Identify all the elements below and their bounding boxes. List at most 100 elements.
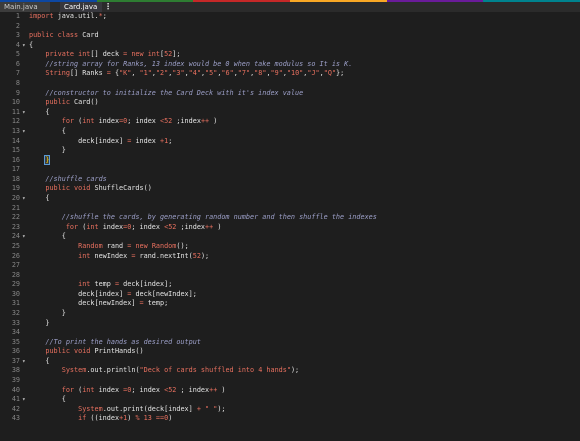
line-number: 8	[15, 79, 20, 88]
line-number: 24	[11, 232, 20, 241]
code-line[interactable]: 42 System.out.print(deck[index] + " ");	[0, 405, 580, 415]
code-line[interactable]: 34	[0, 328, 580, 338]
line-number: 33	[11, 318, 20, 327]
line-number: 25	[11, 241, 20, 250]
code-line[interactable]: 1 import java.util.*;	[0, 12, 580, 22]
line-number: 18	[11, 174, 20, 183]
code-line[interactable]: 43 if ((index+1) % 13 ==0)	[0, 414, 580, 424]
line-number: 4	[15, 40, 20, 49]
line-number: 21	[11, 203, 20, 212]
fold-toggle-icon[interactable]: ▾	[22, 108, 26, 118]
code-line[interactable]: 37 ▾ {	[0, 357, 580, 367]
code-line[interactable]: 30 deck[index] = deck[newIndex];	[0, 290, 580, 300]
code-line[interactable]: 15 }	[0, 146, 580, 156]
code-line[interactable]: 6 //string array for Ranks, 13 index wou…	[0, 60, 580, 70]
code-line[interactable]: 35 //To print the hands as desired outpu…	[0, 338, 580, 348]
line-number: 30	[11, 289, 20, 298]
line-number: 13	[11, 126, 20, 135]
code-line[interactable]: 7 String[] Ranks = {"K", "1","2","3","4"…	[0, 69, 580, 79]
code-editor[interactable]: 1 import java.util.*; 2 3 public class Card 4…	[0, 12, 580, 441]
line-number: 29	[11, 280, 20, 289]
code-text: //constructor to initialize the Card Dec…	[45, 88, 304, 97]
code-text: public void PrintHands()	[45, 347, 144, 356]
tab-main-java[interactable]: Main.java	[0, 2, 50, 12]
code-line[interactable]: 40 for (int index =0; index <52 ; index+…	[0, 386, 580, 396]
line-number: 11	[11, 107, 20, 116]
code-line[interactable]: 28	[0, 271, 580, 281]
code-line[interactable]: 38 System.out.println("Deck of cards shu…	[0, 366, 580, 376]
code-text: System.out.println("Deck of cards shuffl…	[61, 366, 300, 375]
code-text: public class Card	[29, 31, 99, 40]
code-line[interactable]: 23 for (int index=0; index <52 ;index++ …	[0, 223, 580, 233]
code-line[interactable]: 16 }	[0, 154, 580, 166]
code-text: {	[29, 40, 34, 49]
line-number: 31	[11, 299, 20, 308]
code-line[interactable]: 19 public void ShuffleCards()	[0, 184, 580, 194]
code-text: {	[45, 194, 50, 203]
code-line[interactable]: 21	[0, 204, 580, 214]
code-line[interactable]: 5 private int[] deck = new int[52];	[0, 50, 580, 60]
code-line[interactable]: 39	[0, 376, 580, 386]
line-number: 10	[11, 98, 20, 107]
code-line[interactable]: 24 ▾ {	[0, 232, 580, 242]
code-line[interactable]: 32 }	[0, 309, 580, 319]
code-line[interactable]: 2	[0, 22, 580, 32]
line-number: 5	[15, 50, 20, 59]
fold-toggle-icon[interactable]: ▾	[22, 41, 26, 51]
code-text: deck[index] = deck[newIndex];	[78, 289, 197, 298]
code-line[interactable]: 22 //shuffle the cards, by generating ra…	[0, 213, 580, 223]
line-number: 20	[11, 194, 20, 203]
line-number: 19	[11, 184, 20, 193]
code-line[interactable]: 4 ▾{	[0, 41, 580, 51]
code-line[interactable]: 3 public class Card	[0, 31, 580, 41]
code-text: {	[61, 232, 66, 241]
code-text: Random rand = new Random();	[78, 241, 189, 250]
code-line[interactable]: 13 ▾ {	[0, 127, 580, 137]
fold-toggle-icon[interactable]: ▾	[22, 357, 26, 367]
code-line[interactable]: 12 for (int index=0; index <52 ;index++ …	[0, 117, 580, 127]
line-number: 14	[11, 136, 20, 145]
fold-toggle-icon[interactable]: ▾	[22, 127, 26, 137]
code-text: //shuffle cards	[45, 174, 107, 183]
code-text: private int[] deck = new int[52];	[45, 50, 181, 59]
code-line[interactable]: 27	[0, 261, 580, 271]
line-number: 17	[11, 165, 20, 174]
code-line[interactable]: 20 ▾ {	[0, 194, 580, 204]
code-line[interactable]: 36 public void PrintHands()	[0, 347, 580, 357]
code-text: if ((index+1) % 13 ==0)	[78, 414, 173, 423]
line-number: 41	[11, 395, 20, 404]
code-line[interactable]: 26 int newIndex = rand.nextInt(52);	[0, 252, 580, 262]
code-line[interactable]: 17	[0, 165, 580, 175]
code-text: }	[45, 318, 50, 327]
tab-card-java[interactable]: Card.java	[60, 2, 102, 12]
code-line[interactable]: 11 ▾ {	[0, 108, 580, 118]
line-number: 40	[11, 385, 20, 394]
fold-toggle-icon[interactable]: ▾	[22, 395, 26, 405]
code-text: int newIndex = rand.nextInt(52);	[78, 251, 210, 260]
fold-toggle-icon[interactable]: ▾	[22, 194, 26, 204]
code-line[interactable]: 14 deck[index] = index +1;	[0, 137, 580, 147]
code-line[interactable]: 9 //constructor to initialize the Card D…	[0, 89, 580, 99]
code-line[interactable]: 18 //shuffle cards	[0, 175, 580, 185]
tab-label: Main.java	[4, 3, 38, 11]
line-number: 15	[11, 146, 20, 155]
code-line[interactable]: 10 public Card()	[0, 98, 580, 108]
fold-toggle-icon[interactable]: ▾	[22, 232, 26, 242]
code-line[interactable]: 33 }	[0, 319, 580, 329]
code-line[interactable]: 25 Random rand = new Random();	[0, 242, 580, 252]
code-line[interactable]: 8	[0, 79, 580, 89]
line-number: 16	[11, 155, 20, 164]
line-number: 34	[11, 328, 20, 337]
code-text: import java.util.*;	[29, 12, 107, 20]
code-text: deck[newIndex] = temp;	[78, 299, 169, 308]
code-line[interactable]: 41 ▾ {	[0, 395, 580, 405]
code-line[interactable]: 31 deck[newIndex] = temp;	[0, 299, 580, 309]
line-number: 42	[11, 404, 20, 413]
line-number: 3	[15, 31, 20, 40]
code-text: //To print the hands as desired output	[45, 337, 201, 346]
code-text: {	[61, 126, 66, 135]
code-text: }	[61, 308, 66, 317]
more-options-icon[interactable]: ⋮	[104, 2, 112, 12]
code-line[interactable]: 29 int temp = deck[index];	[0, 280, 580, 290]
line-number: 32	[11, 308, 20, 317]
